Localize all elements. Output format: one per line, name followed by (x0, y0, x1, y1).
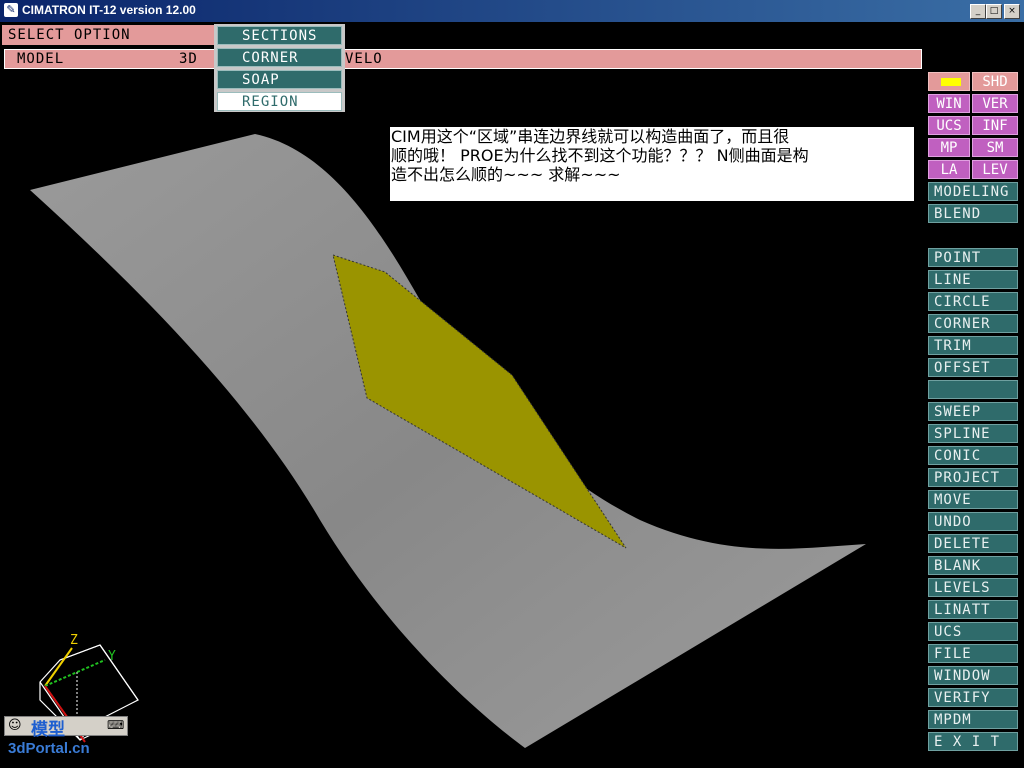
toolbar-face-icon[interactable]: ☺ (8, 718, 22, 733)
cmd-blank[interactable]: BLANK (928, 556, 1018, 575)
watermark-logo: 模型 (31, 720, 65, 740)
blend-options-popup: SECTIONS CORNER SOAP REGION (214, 24, 345, 112)
ucs-view-button[interactable]: UCS (928, 116, 970, 135)
axis-y-label: Y (108, 649, 116, 664)
cmd-exit[interactable]: E X I T (928, 732, 1018, 751)
cmd-circle[interactable]: CIRCLE (928, 292, 1018, 311)
cmd-point[interactable]: POINT (928, 248, 1018, 267)
blend-button[interactable]: BLEND (928, 204, 1018, 223)
cmd-levels[interactable]: LEVELS (928, 578, 1018, 597)
cmd-conic[interactable]: CONIC (928, 446, 1018, 465)
note-line-1: CIM用这个“区域”串连边界线就可以构造曲面了，而且很 (391, 127, 790, 146)
cmd-undo[interactable]: UNDO (928, 512, 1018, 531)
close-button[interactable]: × (1004, 4, 1020, 19)
axis-z-label: Z (70, 633, 78, 648)
cmd-linatt[interactable]: LINATT (928, 600, 1018, 619)
cmd-verify[interactable]: VERIFY (928, 688, 1018, 707)
cmd-ucs[interactable]: UCS (928, 622, 1018, 641)
ver-button[interactable]: VER (972, 94, 1018, 113)
cmd-move[interactable]: MOVE (928, 490, 1018, 509)
popup-item-corner[interactable]: CORNER (217, 48, 342, 67)
note-line-2: 顺的哦！ PROE为什么找不到这个功能？？？ N侧曲面是构 (391, 146, 809, 165)
color-swatch-button[interactable] (928, 72, 970, 91)
note-line-3: 造不出怎么顺的~~~ 求解~~~ (391, 165, 621, 184)
sm-button[interactable]: SM (972, 138, 1018, 157)
window-title: CIMATRON IT-12 version 12.00 (22, 3, 196, 17)
cmd-file[interactable]: FILE (928, 644, 1018, 663)
cmd-trim[interactable]: TRIM (928, 336, 1018, 355)
la-button[interactable]: LA (928, 160, 970, 179)
mp-button[interactable]: MP (928, 138, 970, 157)
annotation-note: CIM用这个“区域”串连边界线就可以构造曲面了，而且很 顺的哦！ PROE为什么… (390, 127, 914, 201)
model-label: MODEL (17, 51, 65, 67)
lev-button[interactable]: LEV (972, 160, 1018, 179)
popup-item-sections[interactable]: SECTIONS (217, 26, 342, 45)
win-button[interactable]: WIN (928, 94, 970, 113)
keyboard-icon[interactable]: ⌨ (107, 718, 124, 732)
cmd-mpdm[interactable]: MPDM (928, 710, 1018, 729)
modeling-button[interactable]: MODELING (928, 182, 1018, 201)
cmd-delete[interactable]: DELETE (928, 534, 1018, 553)
cmd-offset[interactable]: OFFSET (928, 358, 1018, 377)
cmd-blank-slot[interactable] (928, 380, 1018, 399)
minimize-button[interactable]: _ (970, 4, 986, 19)
mode-label: 3D (179, 51, 198, 67)
level-label: VELO (345, 51, 383, 67)
watermark-brand: 3dPortal.cn (8, 740, 90, 757)
shd-button[interactable]: SHD (972, 72, 1018, 91)
app-icon: ✎ (4, 3, 18, 17)
popup-item-region[interactable]: REGION (217, 92, 342, 111)
title-bar: ✎ CIMATRON IT-12 version 12.00 _ □ × (0, 0, 1024, 22)
yellow-swatch-icon (941, 78, 961, 86)
cmd-corner[interactable]: CORNER (928, 314, 1018, 333)
cmd-spline[interactable]: SPLINE (928, 424, 1018, 443)
bottom-toolbar: ☺ 模型 ⌨ (4, 716, 128, 740)
maximize-button[interactable]: □ (986, 4, 1002, 19)
popup-item-soap[interactable]: SOAP (217, 70, 342, 89)
cmd-line[interactable]: LINE (928, 270, 1018, 289)
select-option-bar: SELECT OPTION (2, 25, 214, 45)
cmd-project[interactable]: PROJECT (928, 468, 1018, 487)
inf-button[interactable]: INF (972, 116, 1018, 135)
cmd-window[interactable]: WINDOW (928, 666, 1018, 685)
cmd-sweep[interactable]: SWEEP (928, 402, 1018, 421)
model-status-bar: MODEL 3D VELO (4, 49, 922, 69)
